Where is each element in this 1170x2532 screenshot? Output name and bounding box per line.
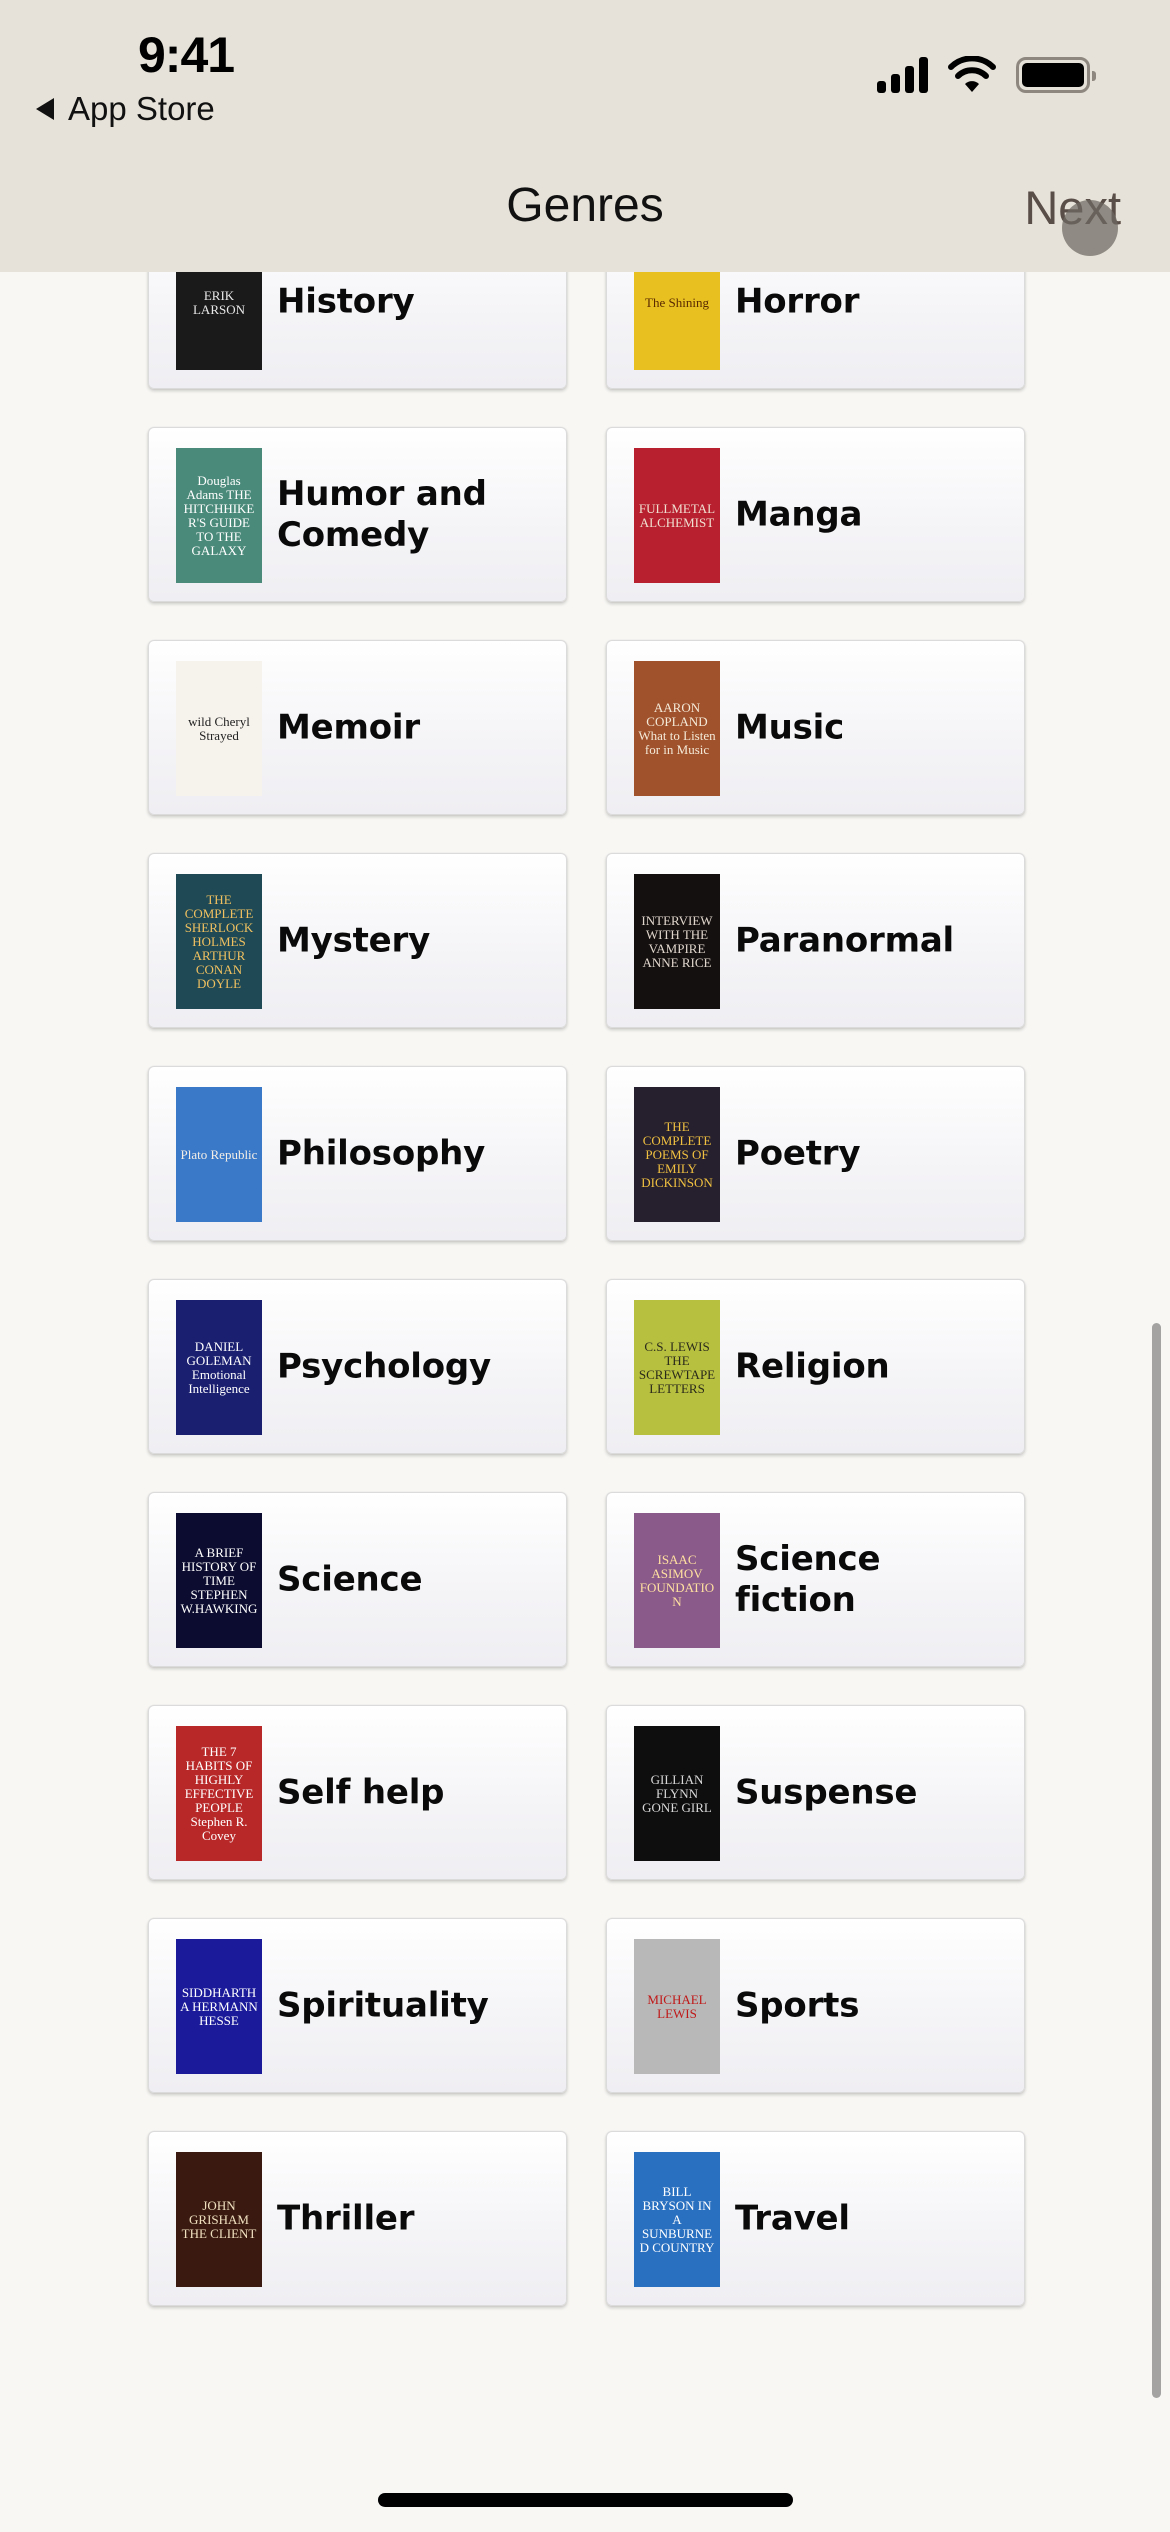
genre-label: Sports — [735, 1985, 860, 2025]
genre-card-manga[interactable]: FULLMETAL ALCHEMIST Manga — [606, 427, 1025, 602]
genre-grid: ERIK LARSON History The Shining Horror Dougl… — [0, 0, 1170, 2532]
genre-card-travel[interactable]: BILL BRYSON IN A SUNBURNED COUNTRY Travel — [606, 2131, 1025, 2306]
genre-card-self-help[interactable]: THE 7 HABITS OF HIGHLY EFFECTIVE PEOPLE … — [148, 1705, 567, 1880]
page-title: Genres — [506, 179, 664, 232]
genre-card-paranormal[interactable]: INTERVIEW WITH THE VAMPIRE ANNE RICE Para… — [606, 853, 1025, 1028]
book-cover-image: C.S. LEWIS THE SCREWTAPE LETTERS — [634, 1300, 720, 1435]
book-cover-image: THE COMPLETE SHERLOCK HOLMES ARTHUR CONA… — [176, 874, 262, 1009]
genre-card-philosophy[interactable]: Plato Republic Philosophy — [148, 1066, 567, 1241]
touch-indicator — [1062, 200, 1118, 256]
book-cover-image: INTERVIEW WITH THE VAMPIRE ANNE RICE — [634, 874, 720, 1009]
genre-label: Science fiction — [735, 1538, 881, 1620]
book-cover-image: GILLIAN FLYNN GONE GIRL — [634, 1726, 720, 1861]
genre-label: Poetry — [735, 1133, 861, 1173]
genre-card-memoir[interactable]: wild Cheryl Strayed Memoir — [148, 640, 567, 815]
status-time: 9:41 — [138, 27, 235, 83]
genre-card-psychology[interactable]: DANIEL GOLEMAN Emotional Intelligence Psy… — [148, 1279, 567, 1454]
genre-card-humor-and-comedy[interactable]: Douglas Adams THE HITCHHIKER'S GUIDE TO … — [148, 427, 567, 602]
wifi-icon — [948, 56, 996, 92]
home-indicator[interactable] — [378, 2493, 793, 2507]
battery-icon — [1016, 57, 1096, 93]
book-cover-image: JOHN GRISHAM THE CLIENT — [176, 2152, 262, 2287]
book-cover-image: MICHAEL LEWIS — [634, 1939, 720, 2074]
genre-label: Thriller — [277, 2198, 415, 2238]
book-cover-image: BILL BRYSON IN A SUNBURNED COUNTRY — [634, 2152, 720, 2287]
genre-label: Mystery — [277, 920, 431, 960]
genre-label: Science — [277, 1559, 423, 1599]
genre-card-religion[interactable]: C.S. LEWIS THE SCREWTAPE LETTERS Religion — [606, 1279, 1025, 1454]
genre-label: Humor and Comedy — [277, 473, 487, 555]
back-to-app-store-button[interactable]: App Store — [36, 90, 215, 128]
genre-card-poetry[interactable]: THE COMPLETE POEMS OF EMILY DICKINSON Poe… — [606, 1066, 1025, 1241]
book-cover-image: DANIEL GOLEMAN Emotional Intelligence — [176, 1300, 262, 1435]
book-cover-image: THE COMPLETE POEMS OF EMILY DICKINSON — [634, 1087, 720, 1222]
genre-card-science-fiction[interactable]: ISAAC ASIMOV FOUNDATION Science fiction — [606, 1492, 1025, 1667]
genre-label: Psychology — [277, 1346, 491, 1386]
book-cover-image: AARON COPLAND What to Listen for in Musi… — [634, 661, 720, 796]
genre-card-sports[interactable]: MICHAEL LEWIS Sports — [606, 1918, 1025, 2093]
genre-label: History — [277, 281, 415, 321]
back-triangle-icon — [36, 98, 54, 120]
genre-card-spirituality[interactable]: SIDDHARTHA HERMANN HESSE Spirituality — [148, 1918, 567, 2093]
genre-label: Religion — [735, 1346, 890, 1386]
book-cover-image: A BRIEF HISTORY OF TIME STEPHEN W.HAWKIN… — [176, 1513, 262, 1648]
book-cover-image: ISAAC ASIMOV FOUNDATION — [634, 1513, 720, 1648]
genre-card-music[interactable]: AARON COPLAND What to Listen for in Musi… — [606, 640, 1025, 815]
genre-label: Horror — [735, 281, 860, 321]
status-icons — [877, 56, 1096, 94]
back-app-label: App Store — [68, 90, 215, 127]
vertical-scrollbar[interactable] — [1152, 1323, 1161, 2398]
genre-card-thriller[interactable]: JOHN GRISHAM THE CLIENT Thriller — [148, 2131, 567, 2306]
genre-label: Self help — [277, 1772, 445, 1812]
genre-label: Philosophy — [277, 1133, 486, 1173]
cellular-signal-icon — [877, 57, 928, 93]
book-cover-image: SIDDHARTHA HERMANN HESSE — [176, 1939, 262, 2074]
genre-label: Memoir — [277, 707, 420, 747]
genre-label: Manga — [735, 494, 863, 534]
genre-label: Paranormal — [735, 920, 955, 960]
genre-card-suspense[interactable]: GILLIAN FLYNN GONE GIRL Suspense — [606, 1705, 1025, 1880]
book-cover-image: Plato Republic — [176, 1087, 262, 1222]
book-cover-image: THE 7 HABITS OF HIGHLY EFFECTIVE PEOPLE … — [176, 1726, 262, 1861]
genre-card-mystery[interactable]: THE COMPLETE SHERLOCK HOLMES ARTHUR CONA… — [148, 853, 567, 1028]
genre-label: Suspense — [735, 1772, 918, 1812]
navigation-header: 9:41 App Store Genres Next — [0, 0, 1170, 272]
book-cover-image: FULLMETAL ALCHEMIST — [634, 448, 720, 583]
book-cover-image: wild Cheryl Strayed — [176, 661, 262, 796]
genre-label: Music — [735, 707, 845, 747]
book-cover-image: Douglas Adams THE HITCHHIKER'S GUIDE TO … — [176, 448, 262, 583]
genre-card-science[interactable]: A BRIEF HISTORY OF TIME STEPHEN W.HAWKIN… — [148, 1492, 567, 1667]
genre-label: Travel — [735, 2198, 850, 2238]
genre-label: Spirituality — [277, 1985, 489, 2025]
